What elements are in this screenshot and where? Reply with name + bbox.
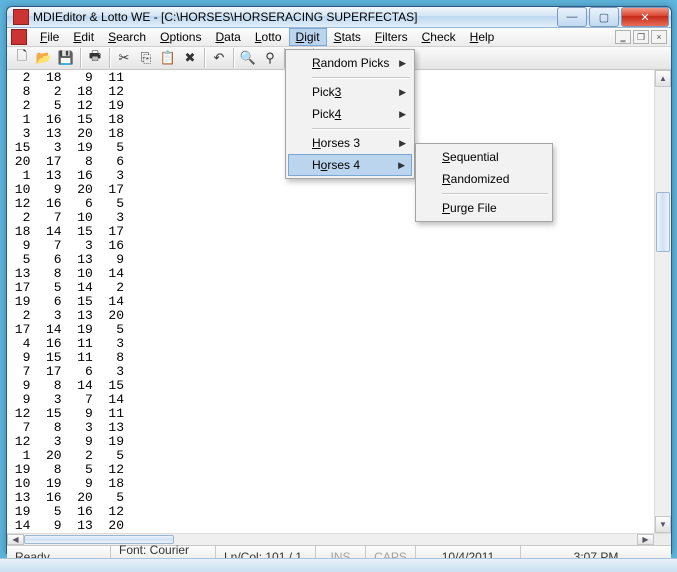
horizontal-scrollbar[interactable]: ◀ ▶ <box>7 533 671 545</box>
close-button[interactable]: ✕ <box>621 7 669 27</box>
toolbar-separator <box>204 48 205 68</box>
menu-separator <box>442 193 548 194</box>
menu-digit[interactable]: Digit <box>289 28 327 46</box>
minimize-button[interactable]: — <box>557 7 587 27</box>
scroll-thumb-h[interactable] <box>24 535 174 544</box>
toolbar-separator <box>80 48 81 68</box>
submenu-arrow-icon: ▶ <box>399 87 406 98</box>
menu-item-pick-4[interactable]: Pick 4▶ <box>288 103 412 125</box>
horses4-submenu: SequentialRandomized Purge File <box>415 143 553 222</box>
mdi-close-button[interactable]: × <box>651 30 667 44</box>
submenu-arrow-icon: ▶ <box>399 58 406 69</box>
find-button[interactable]: 🔍 <box>237 47 259 69</box>
menu-search[interactable]: Search <box>101 28 153 46</box>
menu-item-horses-4[interactable]: Horses 4▶ <box>288 154 412 176</box>
undo-button[interactable]: ↶ <box>208 47 230 69</box>
menu-item-sequential[interactable]: Sequential <box>418 146 550 168</box>
document-icon <box>11 29 27 45</box>
cut-button[interactable]: ✂ <box>113 47 135 69</box>
paste-button[interactable]: 📋 <box>157 47 179 69</box>
window-buttons: — ▢ ✕ <box>557 7 669 27</box>
menu-stats[interactable]: Stats <box>327 28 368 46</box>
digit-menu: Random Picks▶ Pick 3▶Pick 4▶ Horses 3▶Hors… <box>285 49 415 179</box>
new-button[interactable]: 🗋 <box>11 47 33 69</box>
menu-separator <box>312 128 410 129</box>
maximize-button[interactable]: ▢ <box>589 7 619 27</box>
scroll-thumb[interactable] <box>656 192 670 252</box>
menu-options[interactable]: Options <box>153 28 208 46</box>
toolbar-separator <box>109 48 110 68</box>
menu-help[interactable]: Help <box>463 28 502 46</box>
submenu-arrow-icon: ▶ <box>398 160 405 171</box>
print-button[interactable]: 🖶 <box>84 47 106 69</box>
replace-button[interactable]: ⚲ <box>259 47 281 69</box>
menu-item-random-picks[interactable]: Random Picks▶ <box>288 52 412 74</box>
menu-filters[interactable]: Filters <box>368 28 415 46</box>
scroll-corner <box>654 534 671 545</box>
titlebar[interactable]: MDIEditor & Lotto WE - [C:\HORSES\HORSER… <box>7 7 671 28</box>
taskbar <box>0 558 677 572</box>
submenu-arrow-icon: ▶ <box>399 138 406 149</box>
open-button[interactable]: 📂 <box>33 47 55 69</box>
delete-button[interactable]: ✖ <box>179 47 201 69</box>
vertical-scrollbar[interactable]: ▲ ▼ <box>654 70 671 533</box>
toolbar-separator <box>233 48 234 68</box>
menu-item-pick-3[interactable]: Pick 3▶ <box>288 81 412 103</box>
scroll-track-h[interactable] <box>24 534 637 545</box>
menu-item-horses-3[interactable]: Horses 3▶ <box>288 132 412 154</box>
menu-separator <box>312 77 410 78</box>
scroll-left-button[interactable]: ◀ <box>7 534 24 545</box>
mdi-restore-button[interactable]: ❐ <box>633 30 649 44</box>
window-title: MDIEditor & Lotto WE - [C:\HORSES\HORSER… <box>33 10 557 24</box>
scroll-track[interactable] <box>655 87 671 516</box>
save-button[interactable]: 💾 <box>55 47 77 69</box>
scroll-down-button[interactable]: ▼ <box>655 516 671 533</box>
copy-button[interactable]: ⎘ <box>135 47 157 69</box>
scroll-right-button[interactable]: ▶ <box>637 534 654 545</box>
menu-edit[interactable]: Edit <box>66 28 101 46</box>
menu-file[interactable]: File <box>33 28 66 46</box>
menu-lotto[interactable]: Lotto <box>248 28 289 46</box>
scroll-up-button[interactable]: ▲ <box>655 70 671 87</box>
submenu-arrow-icon: ▶ <box>399 109 406 120</box>
menu-check[interactable]: Check <box>415 28 463 46</box>
app-icon <box>13 9 29 25</box>
menu-data[interactable]: Data <box>208 28 247 46</box>
menu-item-randomized[interactable]: Randomized <box>418 168 550 190</box>
menubar: FileEditSearchOptionsDataLottoDigitStats… <box>7 28 671 47</box>
menu-item-purge-file[interactable]: Purge File <box>418 197 550 219</box>
mdi-minimize-button[interactable]: ‗ <box>615 30 631 44</box>
mdi-buttons: ‗ ❐ × <box>615 30 667 44</box>
